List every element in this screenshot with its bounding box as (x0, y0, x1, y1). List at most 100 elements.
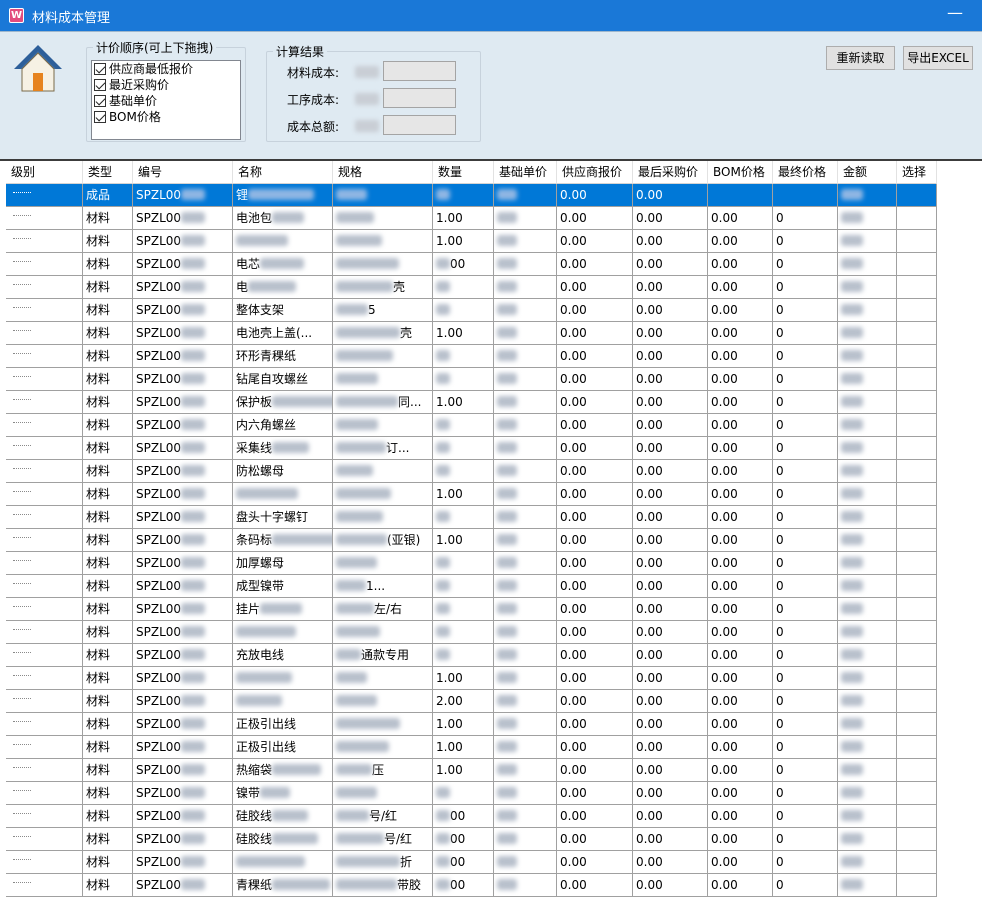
table-row[interactable]: 材料 SPZL00 保护板 同... 1.00 0.00 0.00 0.00 0 (6, 391, 937, 414)
table-row[interactable]: 成品 SPZL00 锂 0.00 0.00 (6, 184, 937, 207)
cell-select[interactable] (897, 253, 937, 276)
cell-select[interactable] (897, 690, 937, 713)
checkbox-checked-icon[interactable] (94, 111, 106, 123)
cell-text: 0 (776, 395, 784, 409)
cell-select[interactable] (897, 575, 937, 598)
cell-name (233, 690, 333, 713)
column-header[interactable]: 最后采购价 (633, 161, 708, 184)
cell-select[interactable] (897, 874, 937, 897)
table-row[interactable]: 材料 SPZL00 条码标 (亚银) 1.00 0.00 0.00 0.00 0 (6, 529, 937, 552)
column-header[interactable]: BOM价格 (708, 161, 773, 184)
pricing-order-item[interactable]: 基础单价 (92, 93, 240, 109)
cell-select[interactable] (897, 276, 937, 299)
cell-select[interactable] (897, 759, 937, 782)
minimize-button[interactable]: — (935, 0, 975, 31)
checkbox-checked-icon[interactable] (94, 95, 106, 107)
cell-select[interactable] (897, 552, 937, 575)
table-row[interactable]: 材料 SPZL00 正极引出线 1.00 0.00 0.00 0.00 0 (6, 713, 937, 736)
table-row[interactable]: 材料 SPZL00 挂片 左/右 0.00 0.00 0.00 0 (6, 598, 937, 621)
cell-base-price (494, 644, 557, 667)
cell-bom-price: 0.00 (708, 437, 773, 460)
table-row[interactable]: 材料 SPZL00 0.00 0.00 0.00 0 (6, 621, 937, 644)
table-row[interactable]: 材料 SPZL00 电池包 1.00 0.00 0.00 0.00 0 (6, 207, 937, 230)
checkbox-checked-icon[interactable] (94, 79, 106, 91)
cell-select[interactable] (897, 483, 937, 506)
home-icon[interactable] (12, 43, 64, 95)
column-header[interactable]: 金额 (838, 161, 897, 184)
table-row[interactable]: 材料 SPZL00 1.00 0.00 0.00 0.00 0 (6, 230, 937, 253)
cell-select[interactable] (897, 506, 937, 529)
reload-button[interactable]: 重新读取 (826, 46, 895, 70)
table-row[interactable]: 材料 SPZL00 1.00 0.00 0.00 0.00 0 (6, 667, 937, 690)
table-row[interactable]: 材料 SPZL00 钻尾自攻螺丝 0.00 0.00 0.00 0 (6, 368, 937, 391)
checkbox-checked-icon[interactable] (94, 63, 106, 75)
cell-select[interactable] (897, 828, 937, 851)
table-row[interactable]: 材料 SPZL00 整体支架 5 0.00 0.00 0.00 0 (6, 299, 937, 322)
table-row[interactable]: 材料 SPZL00 电 壳 0.00 0.00 0.00 0 (6, 276, 937, 299)
cell-text: SPZL00 (136, 441, 182, 455)
cell-select[interactable] (897, 851, 937, 874)
cell-select[interactable] (897, 736, 937, 759)
cell-select[interactable] (897, 460, 937, 483)
table-row[interactable]: 材料 SPZL00 青稞纸 带胶 00 0.00 0.00 0.00 0 (6, 874, 937, 897)
cell-select[interactable] (897, 391, 937, 414)
cell-select[interactable] (897, 805, 937, 828)
cell-select[interactable] (897, 621, 937, 644)
table-row[interactable]: 材料 SPZL00 硅胶线 号/红 00 0.00 0.00 0.00 0 (6, 828, 937, 851)
pricing-order-item[interactable]: 最近采购价 (92, 77, 240, 93)
cell-select[interactable] (897, 230, 937, 253)
cell-select[interactable] (897, 414, 937, 437)
cell-select[interactable] (897, 322, 937, 345)
cell-select[interactable] (897, 368, 937, 391)
cell-select[interactable] (897, 207, 937, 230)
column-header[interactable]: 名称 (233, 161, 333, 184)
table-row[interactable]: 材料 SPZL00 加厚螺母 0.00 0.00 0.00 0 (6, 552, 937, 575)
column-header[interactable]: 最终价格 (773, 161, 838, 184)
table-row[interactable]: 材料 SPZL00 电池壳上盖(... 壳 1.00 0.00 0.00 0.00 0 (6, 322, 937, 345)
table-row[interactable]: 材料 SPZL00 电芯 00 0.00 0.00 0.00 0 (6, 253, 937, 276)
cell-select[interactable] (897, 598, 937, 621)
table-row[interactable]: 材料 SPZL00 折 00 0.00 0.00 0.00 0 (6, 851, 937, 874)
table-row[interactable]: 材料 SPZL00 内六角螺丝 0.00 0.00 0.00 0 (6, 414, 937, 437)
table-row[interactable]: 材料 SPZL00 充放电线 通款专用 0.00 0.00 0.00 0 (6, 644, 937, 667)
cell-name: 挂片 (233, 598, 333, 621)
column-header[interactable]: 规格 (333, 161, 433, 184)
cell-text: 充放电线 (236, 648, 285, 662)
cell-select[interactable] (897, 437, 937, 460)
column-header[interactable]: 数量 (433, 161, 494, 184)
table-row[interactable]: 材料 SPZL00 1.00 0.00 0.00 0.00 0 (6, 483, 937, 506)
cell-select[interactable] (897, 667, 937, 690)
table-row[interactable]: 材料 SPZL00 盘头十字螺钉 0.00 0.00 0.00 0 (6, 506, 937, 529)
table-row[interactable]: 材料 SPZL00 镍带 0.00 0.00 0.00 0 (6, 782, 937, 805)
table-row[interactable]: 材料 SPZL00 成型镍带 1... 0.00 0.00 0.00 0 (6, 575, 937, 598)
pricing-order-item[interactable]: 供应商最低报价 (92, 61, 240, 77)
cell-select[interactable] (897, 299, 937, 322)
cell-select[interactable] (897, 644, 937, 667)
column-header[interactable]: 供应商报价 (557, 161, 633, 184)
column-header[interactable]: 基础单价 (494, 161, 557, 184)
table-row[interactable]: 材料 SPZL00 环形青稞纸 0.00 0.00 0.00 0 (6, 345, 937, 368)
column-header[interactable]: 编号 (133, 161, 233, 184)
table-row[interactable]: 材料 SPZL00 硅胶线 号/红 00 0.00 0.00 0.00 0 (6, 805, 937, 828)
table-row[interactable]: 材料 SPZL00 正极引出线 1.00 0.00 0.00 0.00 0 (6, 736, 937, 759)
column-header[interactable]: 级别 (6, 161, 83, 184)
cell-select[interactable] (897, 184, 937, 207)
tree-line-icon (13, 698, 31, 699)
redacted-value (497, 764, 517, 775)
cell-text: 正极引出线 (236, 717, 297, 731)
table-row[interactable]: 材料 SPZL00 2.00 0.00 0.00 0.00 0 (6, 690, 937, 713)
material-grid[interactable]: 级别 类型 编号 名称 规格 数量 基础单价 供应商报价 最后采购价 BOM价格 最终价格 金额 选择 … (0, 159, 982, 899)
column-header[interactable]: 选择 (897, 161, 937, 184)
title-bar[interactable]: W 材料成本管理 — (0, 0, 982, 31)
cell-select[interactable] (897, 529, 937, 552)
table-row[interactable]: 材料 SPZL00 防松螺母 0.00 0.00 0.00 0 (6, 460, 937, 483)
cell-select[interactable] (897, 345, 937, 368)
cell-select[interactable] (897, 713, 937, 736)
cell-select[interactable] (897, 782, 937, 805)
table-row[interactable]: 材料 SPZL00 采集线 订... 0.00 0.00 0.00 0 (6, 437, 937, 460)
column-header[interactable]: 类型 (83, 161, 133, 184)
table-row[interactable]: 材料 SPZL00 热缩袋 压 1.00 0.00 0.00 0.00 0 (6, 759, 937, 782)
pricing-order-item[interactable]: BOM价格 (92, 109, 240, 125)
export-excel-button[interactable]: 导出EXCEL (903, 46, 973, 70)
pricing-order-list[interactable]: 供应商最低报价 最近采购价 基础单价 BOM价格 (91, 60, 241, 140)
